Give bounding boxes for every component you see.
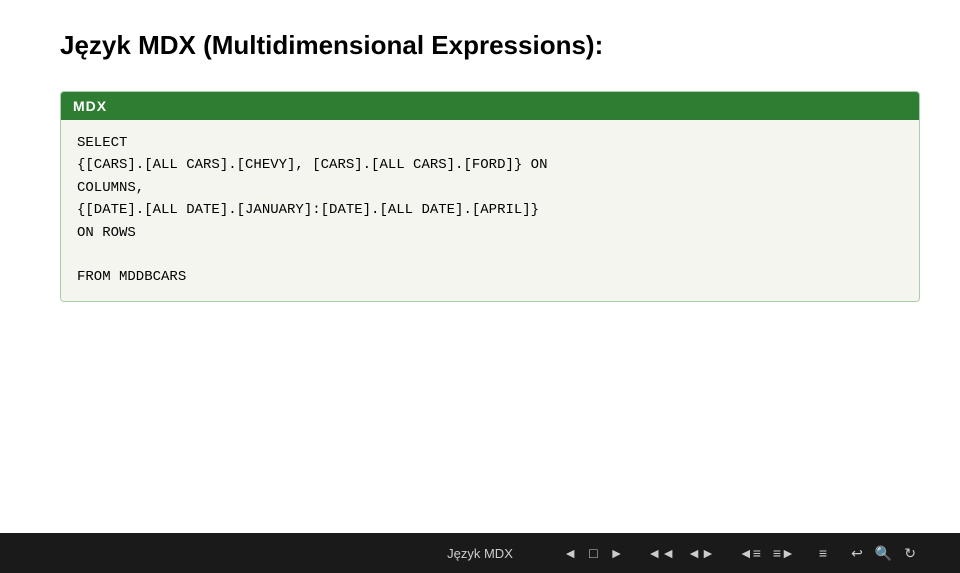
bottom-title: Język MDX <box>447 546 513 561</box>
nav-prev-icon[interactable]: ◄ <box>559 543 581 563</box>
nav-sep2 <box>723 551 731 555</box>
nav-list1-icon[interactable]: ◄≡ <box>735 543 765 563</box>
main-content: Język MDX (Multidimensional Expressions)… <box>0 0 960 533</box>
code-block: MDX SELECT {[CARS].[ALL CARS].[CHEVY], [… <box>60 91 920 302</box>
nav-search-icon[interactable]: 🔍 <box>871 543 896 564</box>
code-block-header: MDX <box>61 92 919 120</box>
nav-list2-icon[interactable]: ≡► <box>769 543 799 563</box>
nav-sep3 <box>803 551 811 555</box>
nav-next-icon[interactable]: ► <box>606 543 628 563</box>
nav-step-prev-icon[interactable]: ◄◄ <box>643 543 679 563</box>
nav-sep1 <box>631 551 639 555</box>
nav-step-next-icon[interactable]: ◄► <box>683 543 719 563</box>
nav-controls: ◄ □ ► ◄◄ ◄► ◄≡ ≡► ≡ ↩ 🔍 ↻ <box>559 543 920 564</box>
bottom-bar: Język MDX ◄ □ ► ◄◄ ◄► ◄≡ ≡► ≡ ↩ 🔍 ↻ <box>0 533 960 573</box>
code-block-body: SELECT {[CARS].[ALL CARS].[CHEVY], [CARS… <box>61 120 919 301</box>
nav-menu-icon[interactable]: ≡ <box>815 543 831 563</box>
nav-undo-icon[interactable]: ↩ <box>847 543 867 564</box>
nav-refresh-icon[interactable]: ↻ <box>900 543 920 564</box>
nav-rect-icon[interactable]: □ <box>585 543 601 563</box>
nav-sep4 <box>835 551 843 555</box>
page-title: Język MDX (Multidimensional Expressions)… <box>60 30 900 61</box>
